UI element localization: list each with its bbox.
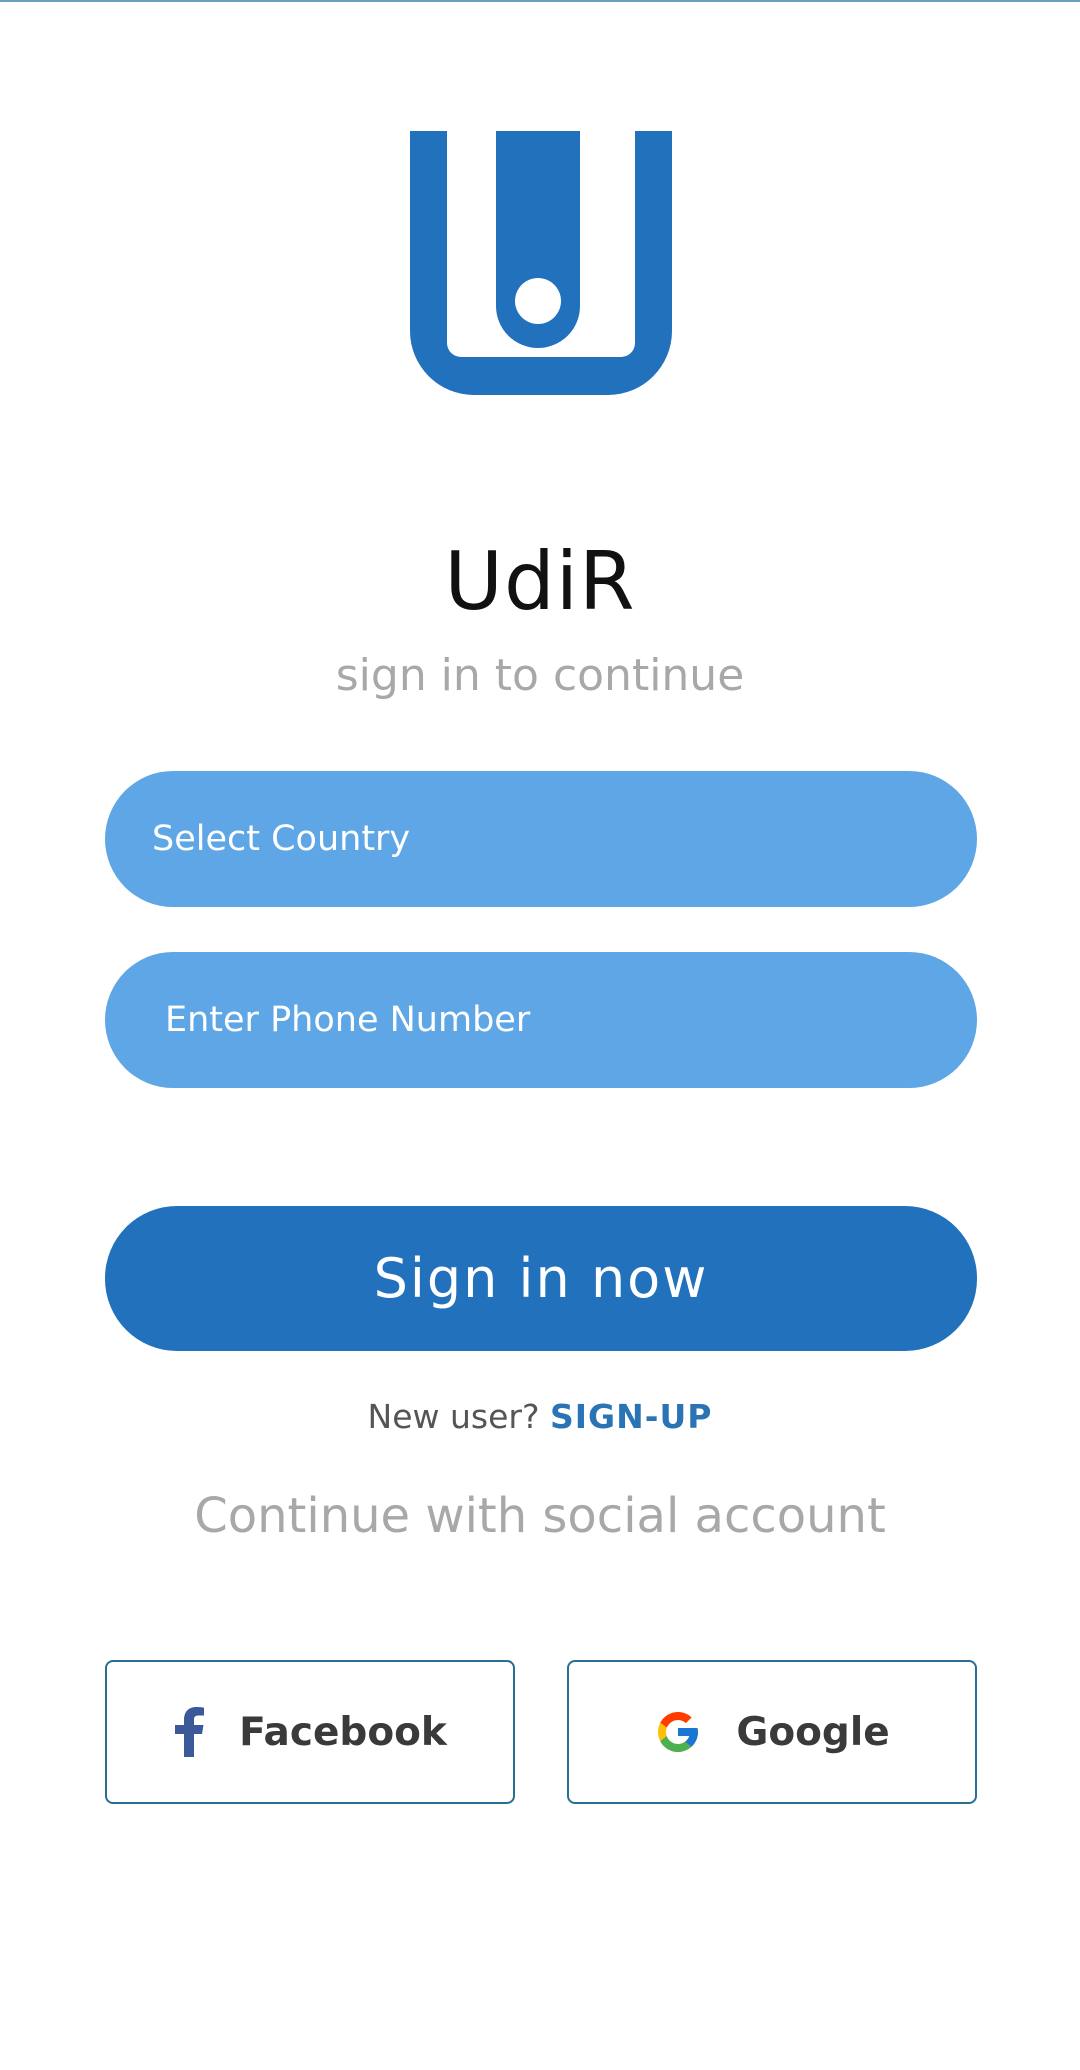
facebook-login-button[interactable]: Facebook bbox=[105, 1660, 515, 1804]
signup-prompt-line: New user? SIGN-UP bbox=[0, 1397, 1080, 1436]
facebook-icon bbox=[175, 1707, 205, 1757]
google-icon bbox=[658, 1712, 699, 1752]
sign-in-button[interactable]: Sign in now bbox=[105, 1206, 977, 1351]
social-heading: Continue with social account bbox=[194, 1488, 886, 1544]
phone-number-placeholder: Enter Phone Number bbox=[165, 1000, 531, 1040]
signup-prompt-text: New user? bbox=[367, 1397, 540, 1436]
country-select[interactable]: Select Country bbox=[105, 771, 977, 907]
app-title: UdiR bbox=[444, 535, 636, 628]
signup-link[interactable]: SIGN-UP bbox=[550, 1397, 712, 1436]
country-select-placeholder: Select Country bbox=[152, 819, 411, 859]
udir-logo-icon bbox=[410, 131, 672, 395]
facebook-label: Facebook bbox=[239, 1709, 447, 1755]
top-divider bbox=[0, 0, 1080, 2]
google-label: Google bbox=[736, 1709, 890, 1755]
page-subtitle: sign in to continue bbox=[335, 650, 745, 701]
phone-number-input[interactable]: Enter Phone Number bbox=[105, 952, 977, 1088]
google-login-button[interactable]: Google bbox=[567, 1660, 977, 1804]
